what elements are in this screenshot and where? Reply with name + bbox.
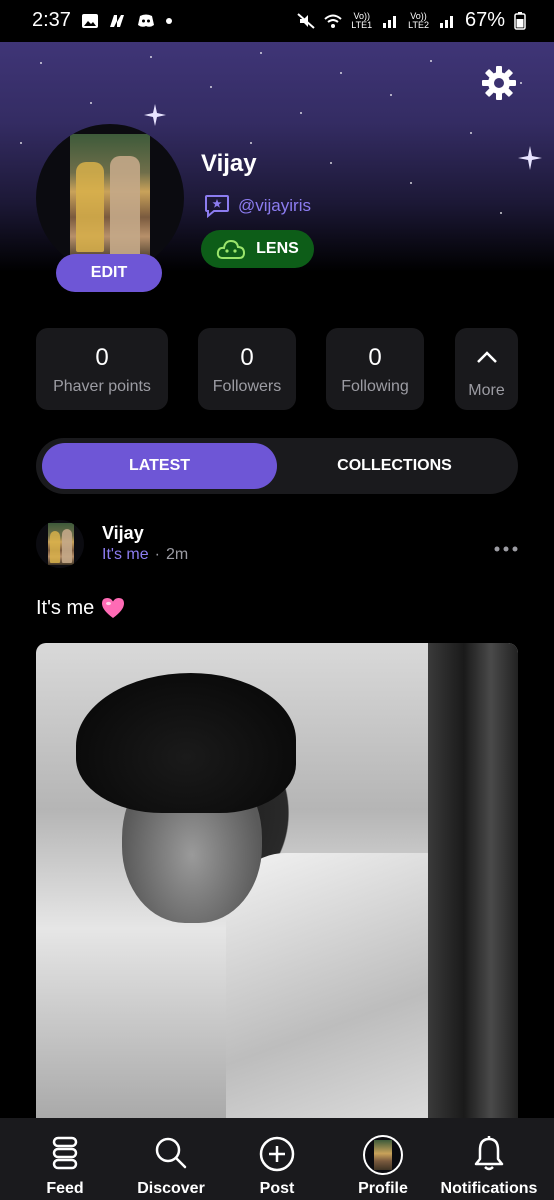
tab-collections[interactable]: COLLECTIONS: [277, 443, 512, 489]
gallery-icon: [81, 13, 98, 28]
app-n-icon: [109, 14, 124, 27]
profile-name: Vijay: [201, 150, 257, 177]
more-button[interactable]: More: [455, 328, 518, 410]
tab-latest[interactable]: LATEST: [42, 443, 277, 489]
avatar-photo: [70, 134, 150, 262]
stat-value: 0: [95, 344, 109, 371]
nav-profile[interactable]: Profile: [328, 1118, 438, 1200]
pink-heart-icon: [102, 598, 125, 618]
signal-1-icon: [383, 15, 397, 28]
nav-label: Profile: [358, 1180, 408, 1197]
bottom-navigation: Feed Discover Post Profile Notifications: [0, 1118, 554, 1200]
signal-2-icon: [439, 15, 453, 28]
post-author-avatar[interactable]: [36, 520, 84, 568]
sparkle-icon: [144, 104, 166, 126]
network-1: Vo)) LTE1: [351, 10, 373, 30]
battery-icon: [514, 11, 526, 30]
nav-discover[interactable]: Discover: [116, 1118, 226, 1200]
settings-gear-icon[interactable]: [480, 64, 518, 102]
feed-icon: [52, 1136, 78, 1170]
post-caption: It's me: [36, 596, 126, 620]
add-post-icon: [259, 1136, 295, 1172]
network-2: Vo)) LTE2: [408, 10, 429, 30]
stat-followers[interactable]: 0 Followers: [198, 328, 296, 410]
post-meta: It's me · 2m: [102, 546, 188, 564]
nav-feed[interactable]: Feed: [10, 1118, 120, 1200]
more-options-icon[interactable]: [493, 544, 519, 554]
wifi-icon: [324, 14, 342, 28]
stat-following[interactable]: 0 Following: [326, 328, 424, 410]
avatar-photo: [48, 523, 74, 565]
stat-label: Followers: [212, 378, 282, 395]
post-tag[interactable]: It's me: [102, 546, 149, 564]
chat-star-icon: [205, 195, 229, 218]
post-image[interactable]: [36, 643, 518, 1119]
lens-button[interactable]: LENS: [201, 230, 314, 268]
handle-row: @vijayiris: [204, 194, 311, 218]
post-time: 2m: [165, 546, 189, 563]
discord-icon: [137, 14, 154, 27]
clock: 2:37: [32, 9, 71, 31]
nav-post[interactable]: Post: [222, 1118, 332, 1200]
post-separator: ·: [154, 546, 160, 563]
content-tabs: LATEST COLLECTIONS: [36, 438, 518, 494]
sparkle-icon: [518, 146, 542, 170]
status-bar: 2:37 Vo)) LTE1 Vo)) LTE2 67%: [0, 0, 554, 42]
image-region-tree: [428, 643, 518, 1119]
profile-avatar[interactable]: [36, 124, 184, 272]
search-icon: [155, 1137, 187, 1169]
stat-phaver-points[interactable]: 0 Phaver points: [36, 328, 168, 410]
stat-value: 0: [368, 344, 382, 371]
nav-label: Feed: [46, 1180, 84, 1197]
profile-handle[interactable]: @vijayiris: [238, 196, 311, 216]
edit-profile-button[interactable]: EDIT: [56, 254, 162, 292]
battery-percent: 67%: [464, 9, 505, 31]
image-region-hair: [76, 673, 296, 813]
nav-label: Post: [259, 1180, 295, 1197]
profile-avatar-icon: [363, 1135, 403, 1175]
mute-icon: [297, 12, 315, 29]
bell-icon: [474, 1136, 504, 1171]
stat-label: Following: [341, 378, 409, 395]
chevron-up-icon: [477, 351, 497, 363]
stat-value: 0: [240, 344, 254, 371]
lens-label: LENS: [256, 240, 299, 257]
lens-cloud-icon: [217, 239, 246, 259]
notification-dot-icon: [165, 17, 172, 24]
nav-label: Discover: [137, 1180, 205, 1197]
nav-notifications[interactable]: Notifications: [434, 1118, 544, 1200]
more-label: More: [468, 382, 505, 399]
post-author-name[interactable]: Vijay: [102, 523, 144, 544]
nav-label: Notifications: [440, 1180, 538, 1197]
post-caption-text: It's me: [36, 596, 95, 619]
stat-label: Phaver points: [53, 378, 151, 395]
